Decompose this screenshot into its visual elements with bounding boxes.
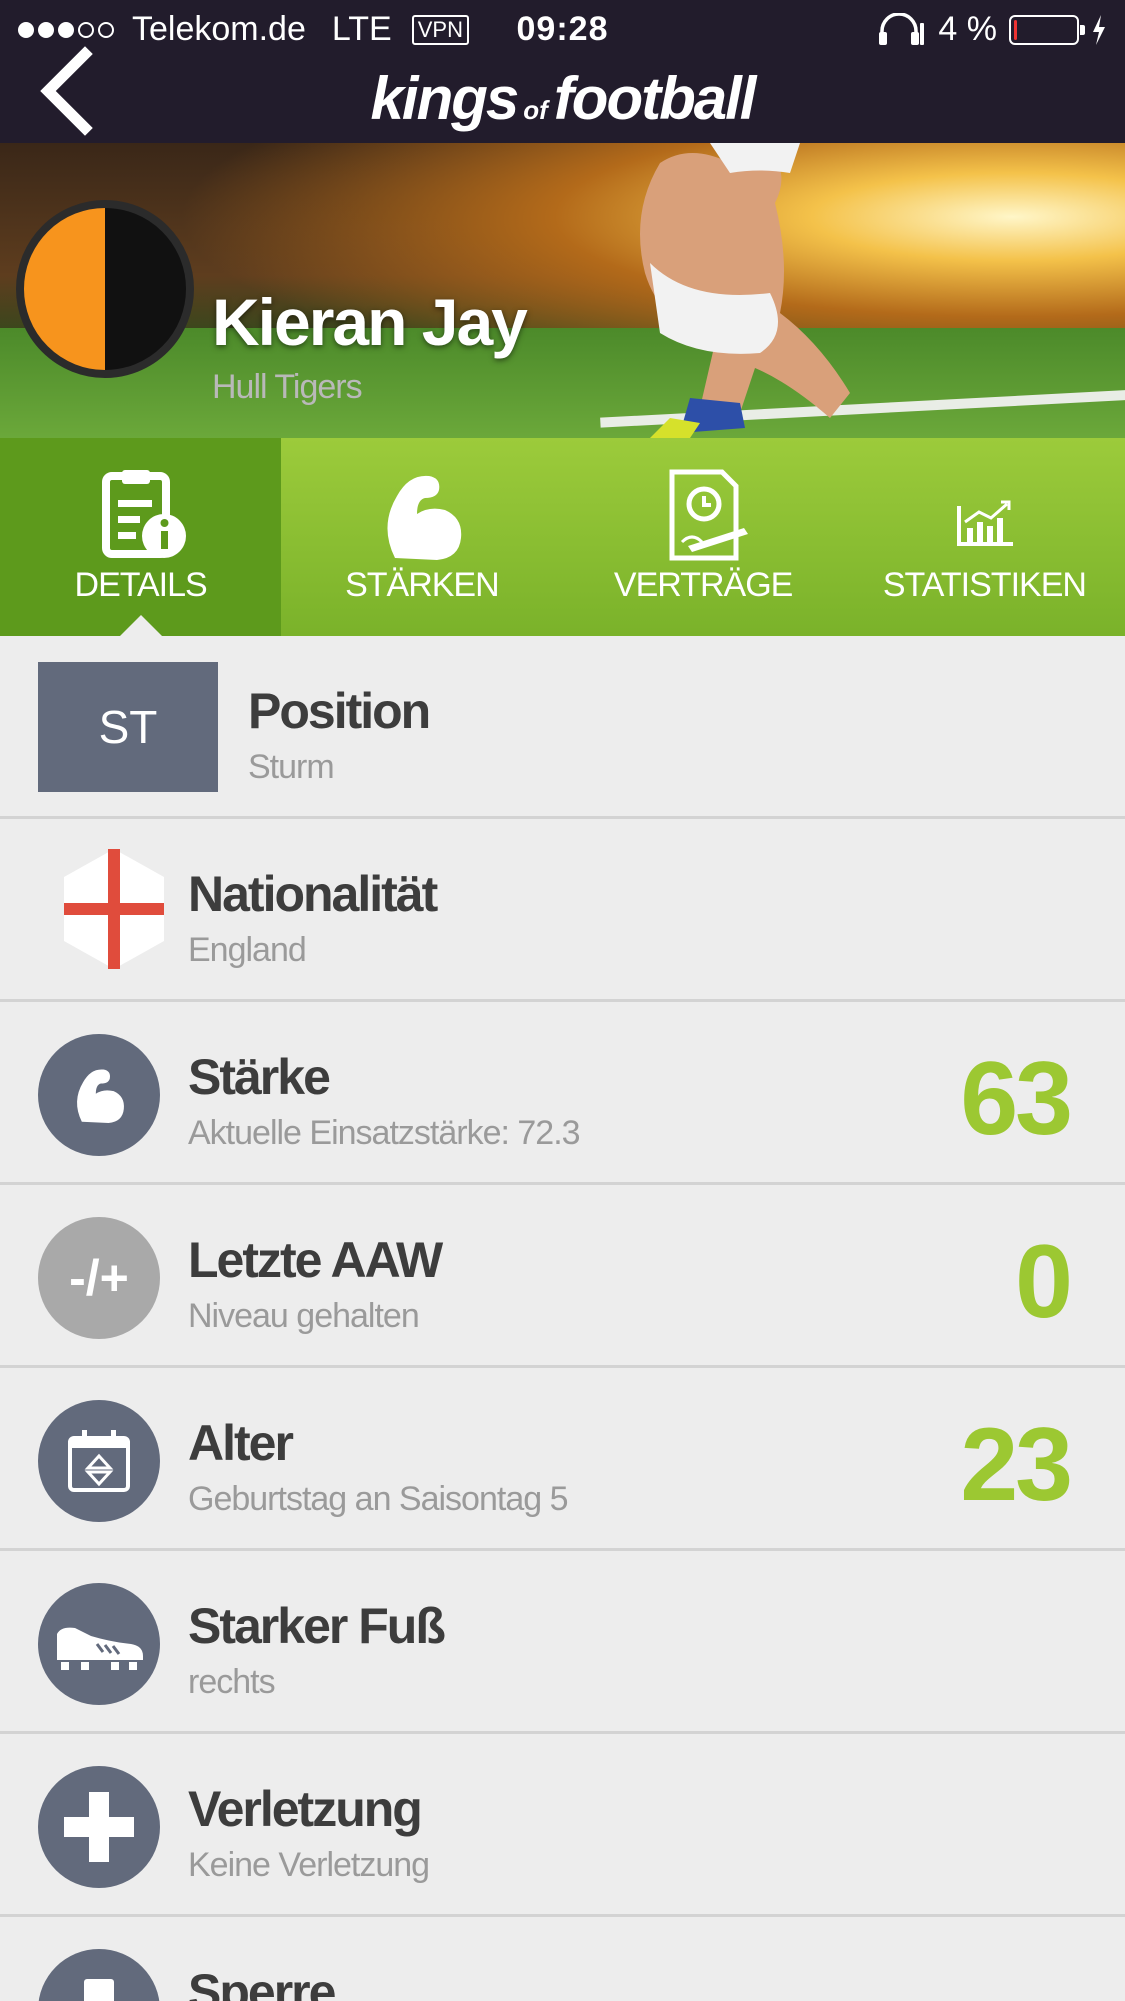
list-item-age: Alter Geburtstag an Saisontag 5 23	[0, 1368, 1125, 1551]
details-icon	[101, 470, 186, 558]
strong-foot-value: rechts	[188, 1663, 276, 1701]
injury-value: Keine Verletzung	[188, 1846, 430, 1884]
list-item-last-aaw: -/+ Letzte AAW Niveau gehalten 0	[0, 1185, 1125, 1368]
position-value: Sturm	[248, 748, 335, 786]
age-value: 23	[960, 1407, 1073, 1523]
tab-statistiken[interactable]: STATISTIKEN	[844, 438, 1125, 636]
logo-text-of: of	[523, 95, 548, 125]
battery-percent: 4 %	[938, 10, 997, 48]
app-logo: kings of football	[0, 64, 1125, 133]
position-title: Position	[248, 683, 431, 739]
strength-value: 63	[960, 1041, 1073, 1157]
club-badge	[16, 200, 194, 378]
nationality-value: England	[188, 931, 307, 969]
tab-bar: DETAILS STÄRKEN VERTRÄGE STATISTIKEN	[0, 438, 1125, 637]
strength-title: Stärke	[188, 1049, 331, 1105]
headphones-icon	[879, 12, 925, 45]
foot-icon-circle	[38, 1583, 160, 1705]
ban-title: Sperre	[188, 1964, 336, 2001]
injury-icon-circle	[38, 1766, 160, 1888]
player-photo	[640, 143, 850, 438]
card-icon	[84, 1979, 114, 2001]
strength-icon-circle	[38, 1034, 160, 1156]
player-hero-banner: Kieran Jay Hull Tigers	[0, 143, 1125, 438]
age-title: Alter	[188, 1415, 294, 1471]
list-item-injury: Verletzung Keine Verletzung	[0, 1734, 1125, 1917]
tab-staerken[interactable]: STÄRKEN	[281, 438, 562, 636]
england-flag-icon	[64, 849, 164, 969]
strength-subtitle: Aktuelle Einsatzstärke: 72.3	[188, 1114, 581, 1152]
list-item-position: ST Position Sturm	[0, 636, 1125, 819]
cross-icon	[64, 1792, 134, 1862]
tab-details[interactable]: DETAILS	[0, 438, 282, 637]
contract-icon	[669, 469, 749, 561]
tab-staerken-label: STÄRKEN	[345, 566, 500, 604]
calendar-icon	[68, 1430, 130, 1492]
plus-minus-icon: -/+	[38, 1217, 160, 1339]
list-item-strength: Stärke Aktuelle Einsatzstärke: 72.3 63	[0, 1002, 1125, 1185]
battery-icon	[1009, 14, 1085, 45]
muscle-icon	[77, 1069, 124, 1123]
list-item-strong-foot: Starker Fuß rechts	[0, 1551, 1125, 1734]
age-subtitle: Geburtstag an Saisontag 5	[188, 1480, 568, 1518]
nationality-title: Nationalität	[188, 866, 438, 922]
strong-foot-title: Starker Fuß	[188, 1598, 446, 1654]
tab-vertraege[interactable]: VERTRÄGE	[563, 438, 844, 636]
stats-icon	[957, 500, 1014, 546]
details-list: ST Position Sturm Nationalität England S…	[0, 636, 1125, 2001]
muscle-icon	[387, 475, 462, 560]
last-aaw-value: 0	[1015, 1224, 1073, 1340]
tab-details-label: DETAILS	[74, 566, 208, 604]
position-badge: ST	[38, 662, 218, 792]
list-item-nationality: Nationalität England	[0, 819, 1125, 1002]
player-name: Kieran Jay	[212, 285, 528, 359]
logo-text-kings: kings	[370, 65, 520, 132]
top-bar: Telekom.de LTE VPN 09:28 4 % kings of foot…	[0, 0, 1125, 143]
charging-icon	[1093, 14, 1105, 45]
list-item-ban: Sperre	[0, 1917, 1125, 2001]
club-name: Hull Tigers	[212, 368, 363, 406]
tab-statistiken-label: STATISTIKEN	[882, 566, 1087, 604]
tab-vertraege-label: VERTRÄGE	[613, 566, 793, 604]
last-aaw-subtitle: Niveau gehalten	[188, 1297, 420, 1335]
logo-text-football: football	[553, 65, 757, 132]
boot-icon	[57, 1627, 143, 1670]
last-aaw-title: Letzte AAW	[188, 1232, 443, 1288]
injury-title: Verletzung	[188, 1781, 423, 1837]
status-bar: Telekom.de LTE VPN 09:28 4 %	[0, 0, 1125, 60]
ban-icon-circle	[38, 1949, 160, 2001]
age-icon-circle	[38, 1400, 160, 1522]
